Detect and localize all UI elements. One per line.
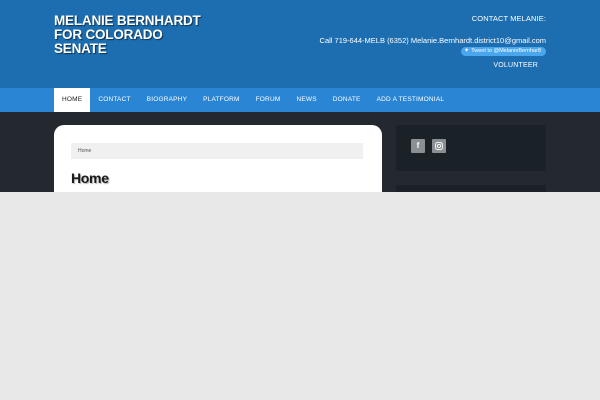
page-title: Home: [71, 170, 109, 186]
facebook-icon[interactable]: f: [411, 139, 425, 153]
nav-item-donate[interactable]: DONATE: [325, 88, 369, 112]
nav-item-home[interactable]: HOME: [54, 88, 91, 112]
breadcrumb[interactable]: Home: [71, 143, 363, 159]
tweet-button-label: Tweet to @MelanieBernhar8: [471, 48, 541, 54]
tweet-button[interactable]: ✦ Tweet to @MelanieBernhar8: [461, 47, 546, 56]
instagram-glyph: [435, 142, 443, 150]
main-nav: HOME CONTACT BIOGRAPHY PLATFORM FORUM NE…: [0, 88, 600, 112]
site-header: MELANIE BERNHARDT FOR COLORADO SENATE CO…: [0, 0, 600, 88]
nav-item-add-testimonial[interactable]: ADD A TESTIMONIAL: [369, 88, 453, 112]
nav-item-contact[interactable]: CONTACT: [90, 88, 138, 112]
social-widget: f: [396, 125, 546, 171]
nav-list: HOME CONTACT BIOGRAPHY PLATFORM FORUM NE…: [54, 88, 452, 112]
main-content: Home Home: [54, 125, 382, 192]
twitter-bird-icon: ✦: [464, 48, 470, 54]
nav-item-news[interactable]: NEWS: [288, 88, 324, 112]
page: MELANIE BERNHARDT FOR COLORADO SENATE CO…: [0, 0, 600, 400]
sidebar-widget: [396, 185, 546, 192]
contact-heading: CONTACT MELANIE:: [471, 14, 546, 23]
nav-item-forum[interactable]: FORUM: [248, 88, 289, 112]
volunteer-link[interactable]: VOLUNTEER: [493, 62, 538, 69]
contact-block: CONTACT MELANIE: Call 719-644-MELB (6352…: [320, 14, 546, 56]
nav-item-biography[interactable]: BIOGRAPHY: [139, 88, 195, 112]
site-title[interactable]: MELANIE BERNHARDT FOR COLORADO SENATE: [54, 14, 214, 56]
instagram-icon[interactable]: [432, 139, 446, 153]
nav-item-platform[interactable]: PLATFORM: [195, 88, 248, 112]
contact-info: Call 719-644-MELB (6352) Melanie.Bernhar…: [319, 36, 546, 45]
